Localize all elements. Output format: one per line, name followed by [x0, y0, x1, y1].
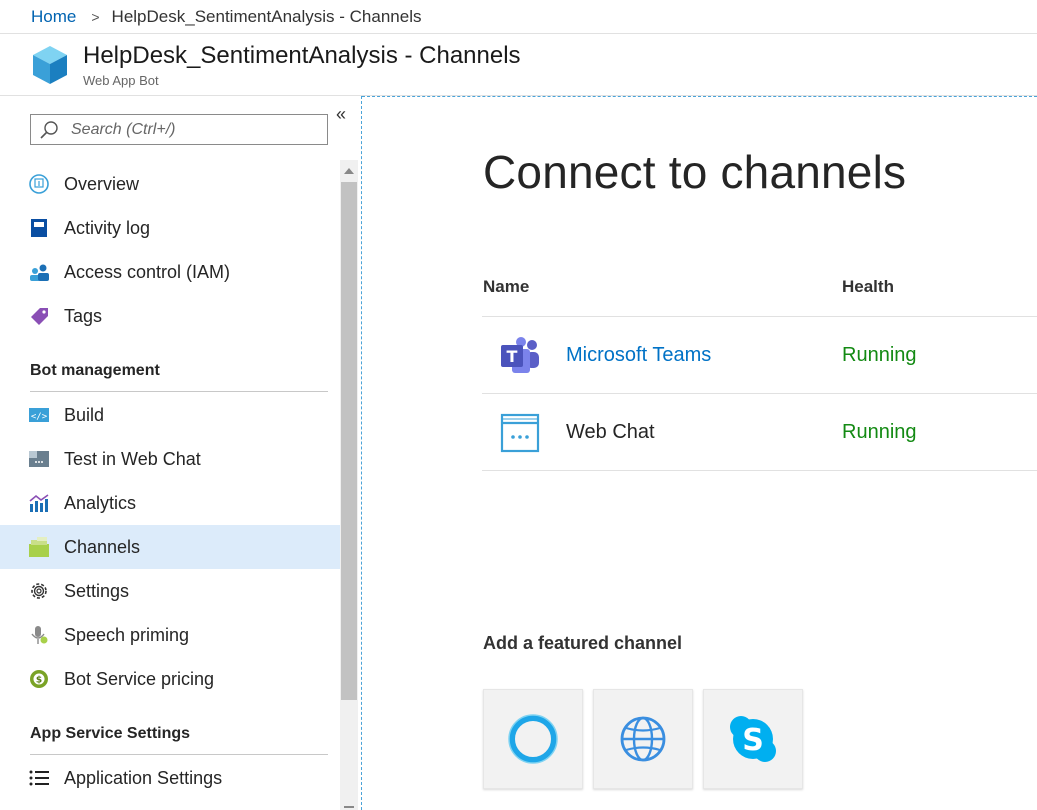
breadcrumb: Home > HelpDesk_SentimentAnalysis - Chan… — [0, 0, 1037, 34]
sidebar-item-label: Overview — [64, 173, 140, 194]
activity-log-icon — [28, 217, 50, 239]
webchat-test-icon — [28, 448, 50, 470]
column-header-health: Health — [842, 277, 894, 296]
channels-icon — [28, 536, 50, 558]
analytics-icon — [28, 492, 50, 514]
svg-text:T: T — [507, 347, 518, 366]
sidebar-item-bot-service-pricing[interactable]: $ Bot Service pricing — [0, 657, 340, 701]
sidebar-item-label: Channels — [64, 536, 141, 557]
pricing-icon: $ — [28, 668, 50, 690]
tag-icon — [28, 305, 50, 327]
scroll-down-arrow-icon[interactable] — [344, 806, 354, 808]
sidebar-item-label: Analytics — [64, 492, 137, 513]
featured-channel-cortana[interactable] — [483, 689, 583, 789]
sidebar-item-application-settings[interactable]: Application Settings — [0, 756, 340, 800]
breadcrumb-separator: > — [91, 8, 100, 25]
section-title-app-service-settings: App Service Settings — [30, 725, 191, 742]
overview-icon — [28, 173, 50, 195]
sidebar-item-label: Bot Service pricing — [64, 668, 215, 689]
scroll-up-arrow-icon[interactable] — [344, 168, 354, 174]
teams-icon: T — [501, 337, 539, 373]
sidebar-item-speech-priming[interactable]: Speech priming — [0, 613, 340, 657]
breadcrumb-home-link[interactable]: Home — [31, 7, 76, 27]
section-divider — [30, 754, 328, 755]
sidebar-item-label: Access control (IAM) — [64, 261, 231, 282]
row-divider — [482, 470, 1037, 471]
featured-channel-title: Add a featured channel — [483, 633, 683, 653]
sidebar-item-tags[interactable]: Tags — [0, 294, 340, 338]
page-title: HelpDesk_SentimentAnalysis - Channels — [83, 42, 521, 69]
iam-icon — [28, 261, 50, 283]
content-heading: Connect to channels — [483, 146, 907, 198]
search-input[interactable] — [71, 120, 311, 139]
main-content: Connect to channels Name Health T Micros… — [362, 97, 1037, 810]
skype-icon: S — [730, 716, 776, 762]
svg-text:$: $ — [36, 676, 42, 686]
scrollbar-thumb[interactable] — [341, 182, 357, 700]
search-icon — [40, 120, 58, 139]
sidebar-item-build[interactable]: </> Build — [0, 393, 340, 437]
breadcrumb-current: HelpDesk_SentimentAnalysis - Channels — [111, 6, 422, 26]
sidebar-item-analytics[interactable]: Analytics — [0, 481, 340, 525]
cube-icon — [33, 46, 67, 84]
sidebar-item-label: Application Settings — [64, 767, 223, 788]
globe-icon — [620, 716, 666, 762]
sidebar-item-label: Activity log — [64, 217, 151, 238]
sidebar-item-label: Test in Web Chat — [64, 448, 201, 469]
gear-icon — [28, 580, 50, 602]
sidebar-item-label: Speech priming — [64, 624, 190, 645]
sidebar-item-access-control[interactable]: Access control (IAM) — [0, 250, 340, 294]
page-subtitle: Web App Bot — [83, 73, 159, 88]
channel-link-microsoft-teams[interactable]: Microsoft Teams — [566, 344, 711, 367]
channel-health-status: Running — [842, 344, 917, 366]
sidebar-item-overview[interactable]: Overview — [0, 162, 340, 206]
sidebar-item-label: Tags — [64, 305, 103, 326]
section-title-bot-management: Bot management — [30, 362, 160, 379]
microphone-icon — [28, 624, 50, 646]
featured-channel-direct-line[interactable] — [593, 689, 693, 789]
column-header-name: Name — [483, 277, 530, 296]
svg-text:</>: </> — [31, 412, 48, 422]
code-icon: </> — [28, 404, 50, 426]
blade-header: HelpDesk_SentimentAnalysis - Channels We… — [0, 34, 1037, 96]
sidebar: « Overview Activity log Access control (… — [0, 96, 361, 810]
sidebar-item-settings[interactable]: Settings — [0, 569, 340, 613]
svg-text:S: S — [742, 723, 764, 758]
channel-name-web-chat[interactable]: Web Chat — [566, 421, 655, 444]
webchat-icon — [500, 413, 540, 453]
sidebar-item-label: Build — [64, 404, 105, 425]
table-row: T Microsoft Teams Running — [482, 317, 1037, 394]
cortana-icon — [508, 714, 558, 764]
table-row: Web Chat Running — [482, 394, 1037, 471]
sidebar-item-label: Settings — [64, 580, 130, 601]
sidebar-item-channels[interactable]: Channels — [0, 525, 340, 569]
sidebar-scrollbar[interactable] — [340, 160, 358, 810]
featured-channel-skype[interactable]: S — [703, 689, 803, 789]
search-box[interactable] — [30, 114, 328, 145]
collapse-sidebar-button[interactable]: « — [336, 104, 346, 125]
sidebar-item-test-in-web-chat[interactable]: Test in Web Chat — [0, 437, 340, 481]
sidebar-item-activity-log[interactable]: Activity log — [0, 206, 340, 250]
channel-health-status: Running — [842, 421, 917, 443]
list-icon — [28, 767, 50, 789]
section-divider — [30, 391, 328, 392]
